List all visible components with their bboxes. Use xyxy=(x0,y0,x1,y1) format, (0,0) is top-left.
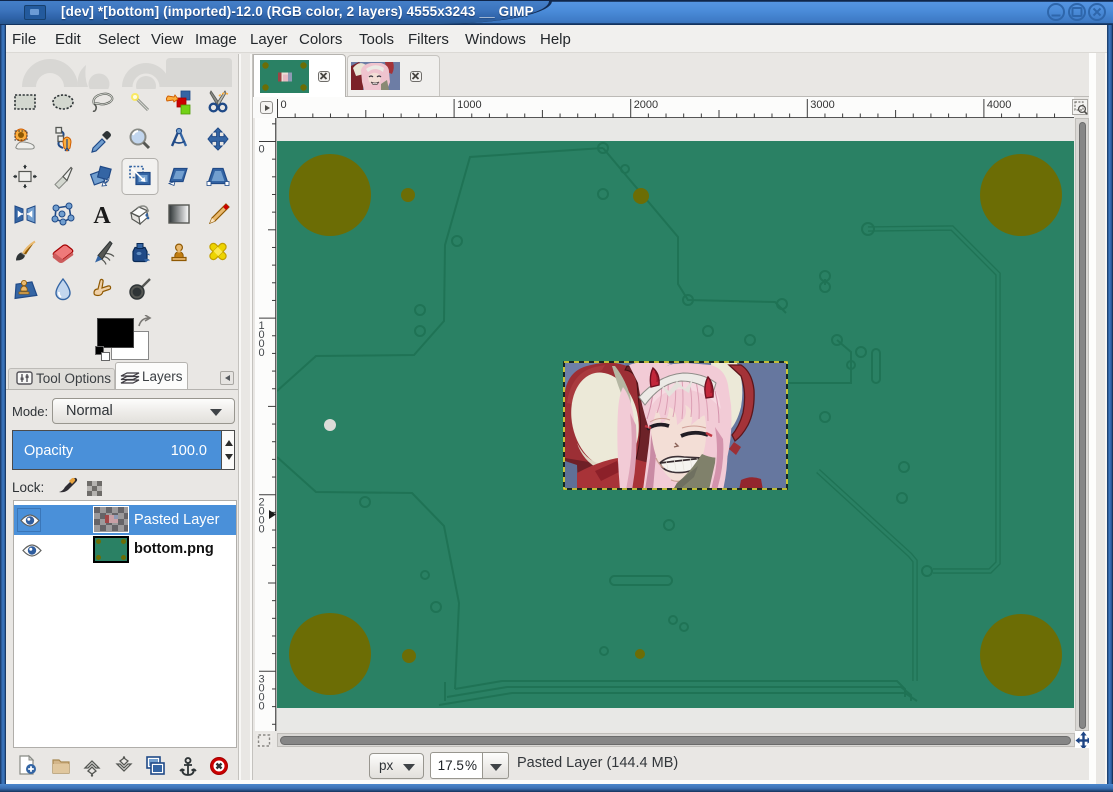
svg-text:0: 0 xyxy=(259,524,265,536)
svg-text:A: A xyxy=(93,203,111,229)
svg-text:0: 0 xyxy=(259,700,265,712)
svg-text:3000: 3000 xyxy=(810,99,834,111)
svg-text:2000: 2000 xyxy=(634,99,658,111)
svg-text:4000: 4000 xyxy=(987,99,1011,111)
svg-text:0: 0 xyxy=(281,99,287,111)
svg-text:0: 0 xyxy=(259,347,265,359)
svg-text:0: 0 xyxy=(259,144,265,156)
svg-text:1000: 1000 xyxy=(457,99,481,111)
